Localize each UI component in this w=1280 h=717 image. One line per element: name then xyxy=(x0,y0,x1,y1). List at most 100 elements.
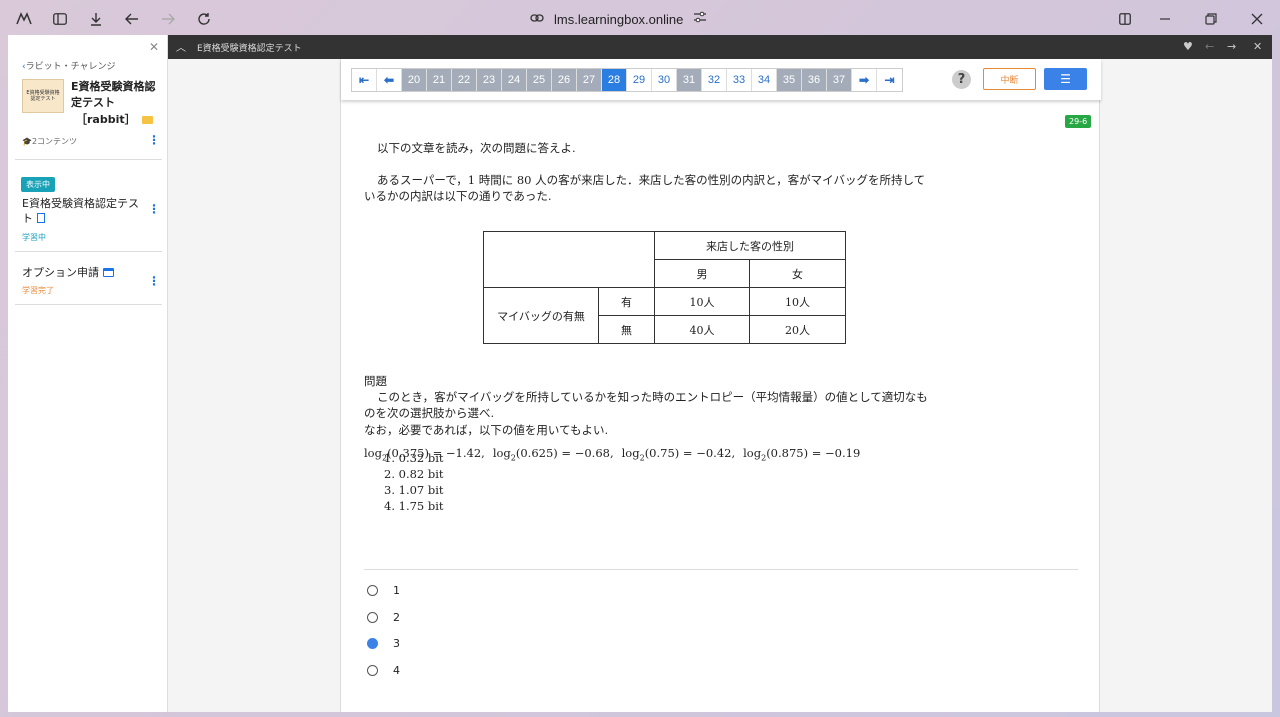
table-no-label: 無 xyxy=(598,315,655,344)
radio-button[interactable] xyxy=(367,585,378,596)
next-content-icon[interactable]: → xyxy=(1227,40,1236,53)
heart-icon[interactable]: ♥ xyxy=(1183,40,1193,53)
page-27[interactable]: 27 xyxy=(577,69,602,91)
page-24[interactable]: 24 xyxy=(502,69,527,91)
formula-term: log2(0.75) = −0.42, xyxy=(621,446,736,463)
page-30[interactable]: 30 xyxy=(652,69,677,91)
course-thumbnail: E資格受験資格 認定テスト xyxy=(22,79,64,113)
thumb-line-2: 認定テスト xyxy=(30,96,56,102)
help-button[interactable]: ? xyxy=(952,70,971,89)
choice-item: 2. 0.82 bit xyxy=(384,467,444,481)
page-33[interactable]: 33 xyxy=(727,69,752,91)
prev-page-icon[interactable]: ⬅ xyxy=(377,69,402,91)
main-panel: ︿ E資格受験資格認定テスト ♥ ← → ✕ ⇤ ⬅ 20 21 22 23 24 25 2… xyxy=(168,35,1272,712)
radio-button[interactable] xyxy=(367,638,378,649)
minimize-icon[interactable] xyxy=(1155,9,1175,29)
answer-option[interactable]: 3 xyxy=(367,637,400,650)
address-bar[interactable]: lms.learningbox.online xyxy=(530,8,707,30)
item-menu-icon[interactable]: ⋮ xyxy=(148,203,160,215)
first-page-icon[interactable]: ⇤ xyxy=(352,69,377,91)
question-page: ⇤ ⬅ 20 21 22 23 24 25 26 27 28 29 30 31 32 33 34 35 36 37… xyxy=(340,59,1101,712)
question-paragraph-1: あるスーパーで，1 時間に 80 人の客が来店した．来店した客の性別の内訳と，客… xyxy=(377,173,926,187)
prev-content-icon[interactable]: ← xyxy=(1205,40,1214,53)
content-area: ⇤ ⬅ 20 21 22 23 24 25 26 27 28 29 30 31 32 33 34 35 36 37… xyxy=(168,59,1272,712)
page-37[interactable]: 37 xyxy=(827,69,852,91)
table-cell: 10人 xyxy=(654,287,750,316)
page-26[interactable]: 26 xyxy=(552,69,577,91)
page-21[interactable]: 21 xyxy=(427,69,452,91)
page-36[interactable]: 36 xyxy=(802,69,827,91)
course-title: E資格受験資格認定テスト xyxy=(71,80,156,109)
problem-text-2: のを次の選択肢から選べ. xyxy=(364,406,495,420)
table-yes-label: 有 xyxy=(598,287,655,316)
choice-item: 1. 0.32 bit xyxy=(384,451,444,465)
close-content-icon[interactable]: ✕ xyxy=(1253,40,1262,53)
sidebar-divider xyxy=(15,159,162,160)
question-id-badge: 29-6 xyxy=(1065,115,1092,128)
answer-option[interactable]: 4 xyxy=(367,664,400,677)
problem-text-3: なお，必要であれば，以下の値を用いてもよい. xyxy=(364,423,609,437)
page-34[interactable]: 34 xyxy=(752,69,777,91)
choice-item: 3. 1.07 bit xyxy=(384,483,444,497)
browser-toolbar: lms.learningbox.online xyxy=(0,0,1280,38)
data-table: 来店した客の性別 男 女 マイバッグの有無 有 10人 10人 無 40人 20… xyxy=(483,231,846,344)
page-32[interactable]: 32 xyxy=(702,69,727,91)
page-25[interactable]: 25 xyxy=(527,69,552,91)
graduation-cap-icon: 🎓 xyxy=(22,137,32,146)
formula-term: log2(0.625) = −0.68, xyxy=(492,446,614,463)
back-icon[interactable] xyxy=(122,9,142,29)
back-link-label: ラビット・チャレンジ xyxy=(25,62,116,72)
download-icon[interactable] xyxy=(86,9,106,29)
close-window-icon[interactable] xyxy=(1247,9,1267,29)
problem-heading: 問題 xyxy=(364,374,387,388)
question-intro: 以下の文章を読み，次の問題に答えよ. xyxy=(377,141,576,155)
sidebar-item-status: 学習中 xyxy=(22,233,46,242)
sidebar-divider xyxy=(15,251,162,252)
sidebar: ✕ ‹ラビット・チャレンジ E資格受験資格 認定テスト E資格受験資格認定テスト… xyxy=(8,35,168,712)
browser-logo-icon[interactable] xyxy=(14,9,34,29)
page-28[interactable]: 28 xyxy=(602,69,627,91)
page-35[interactable]: 35 xyxy=(777,69,802,91)
radio-button[interactable] xyxy=(367,612,378,623)
answer-option[interactable]: 1 xyxy=(367,584,400,597)
list-icon: ☰ xyxy=(1060,72,1071,86)
folder-icon xyxy=(141,116,153,124)
content-title: E資格受験資格認定テスト xyxy=(197,44,302,54)
back-link[interactable]: ‹ラビット・チャレンジ xyxy=(22,59,116,72)
table-empty-cell xyxy=(483,231,655,288)
content-count: 🎓2コンテンツ xyxy=(22,136,77,147)
question-paragraph-2: いるかの内訳は以下の通りであった. xyxy=(364,189,552,203)
page-29[interactable]: 29 xyxy=(627,69,652,91)
course-menu-icon[interactable]: ⋮ xyxy=(148,134,160,146)
last-page-icon[interactable]: ⇥ xyxy=(877,69,902,91)
site-settings-icon[interactable] xyxy=(693,11,707,27)
formula-term: log2(0.875) = −0.19 xyxy=(743,446,861,463)
menu-button[interactable]: ☰ xyxy=(1044,68,1087,90)
item-menu-icon[interactable]: ⋮ xyxy=(148,275,160,287)
question-pager: ⇤ ⬅ 20 21 22 23 24 25 26 27 28 29 30 31 32 33 34 35 36 37… xyxy=(351,68,903,92)
table-header-male: 男 xyxy=(654,259,750,288)
sidebar-toggle-icon[interactable] xyxy=(50,9,70,29)
collapse-chevron-icon[interactable]: ︿ xyxy=(176,39,186,54)
page-23[interactable]: 23 xyxy=(477,69,502,91)
course-subtitle-text: ［rabbit］ xyxy=(76,113,136,126)
restore-icon[interactable] xyxy=(1201,9,1221,29)
table-cell: 40人 xyxy=(654,315,750,344)
table-header-gender: 来店した客の性別 xyxy=(654,231,846,260)
reload-icon[interactable] xyxy=(194,9,214,29)
next-page-icon[interactable]: ➡ xyxy=(852,69,877,91)
radio-button[interactable] xyxy=(367,665,378,676)
problem-text-1: このとき，客がマイバッグを所持しているかを知った時のエントロピー（平均情報量）の… xyxy=(377,390,928,404)
page-22[interactable]: 22 xyxy=(452,69,477,91)
sidebar-item-test[interactable]: E資格受験資格認定テスト xyxy=(22,196,142,226)
page-31[interactable]: 31 xyxy=(677,69,702,91)
answer-option[interactable]: 2 xyxy=(367,611,400,624)
sidebar-item-option[interactable]: オプション申請 xyxy=(22,265,142,280)
split-view-icon[interactable] xyxy=(1115,9,1135,29)
choice-item: 4. 1.75 bit xyxy=(384,499,444,513)
forward-icon[interactable] xyxy=(158,9,178,29)
sidebar-close-icon[interactable]: ✕ xyxy=(149,40,159,54)
page-20[interactable]: 20 xyxy=(402,69,427,91)
sidebar-item-status: 学習完了 xyxy=(22,286,54,295)
pause-button[interactable]: 中断 xyxy=(983,68,1036,90)
